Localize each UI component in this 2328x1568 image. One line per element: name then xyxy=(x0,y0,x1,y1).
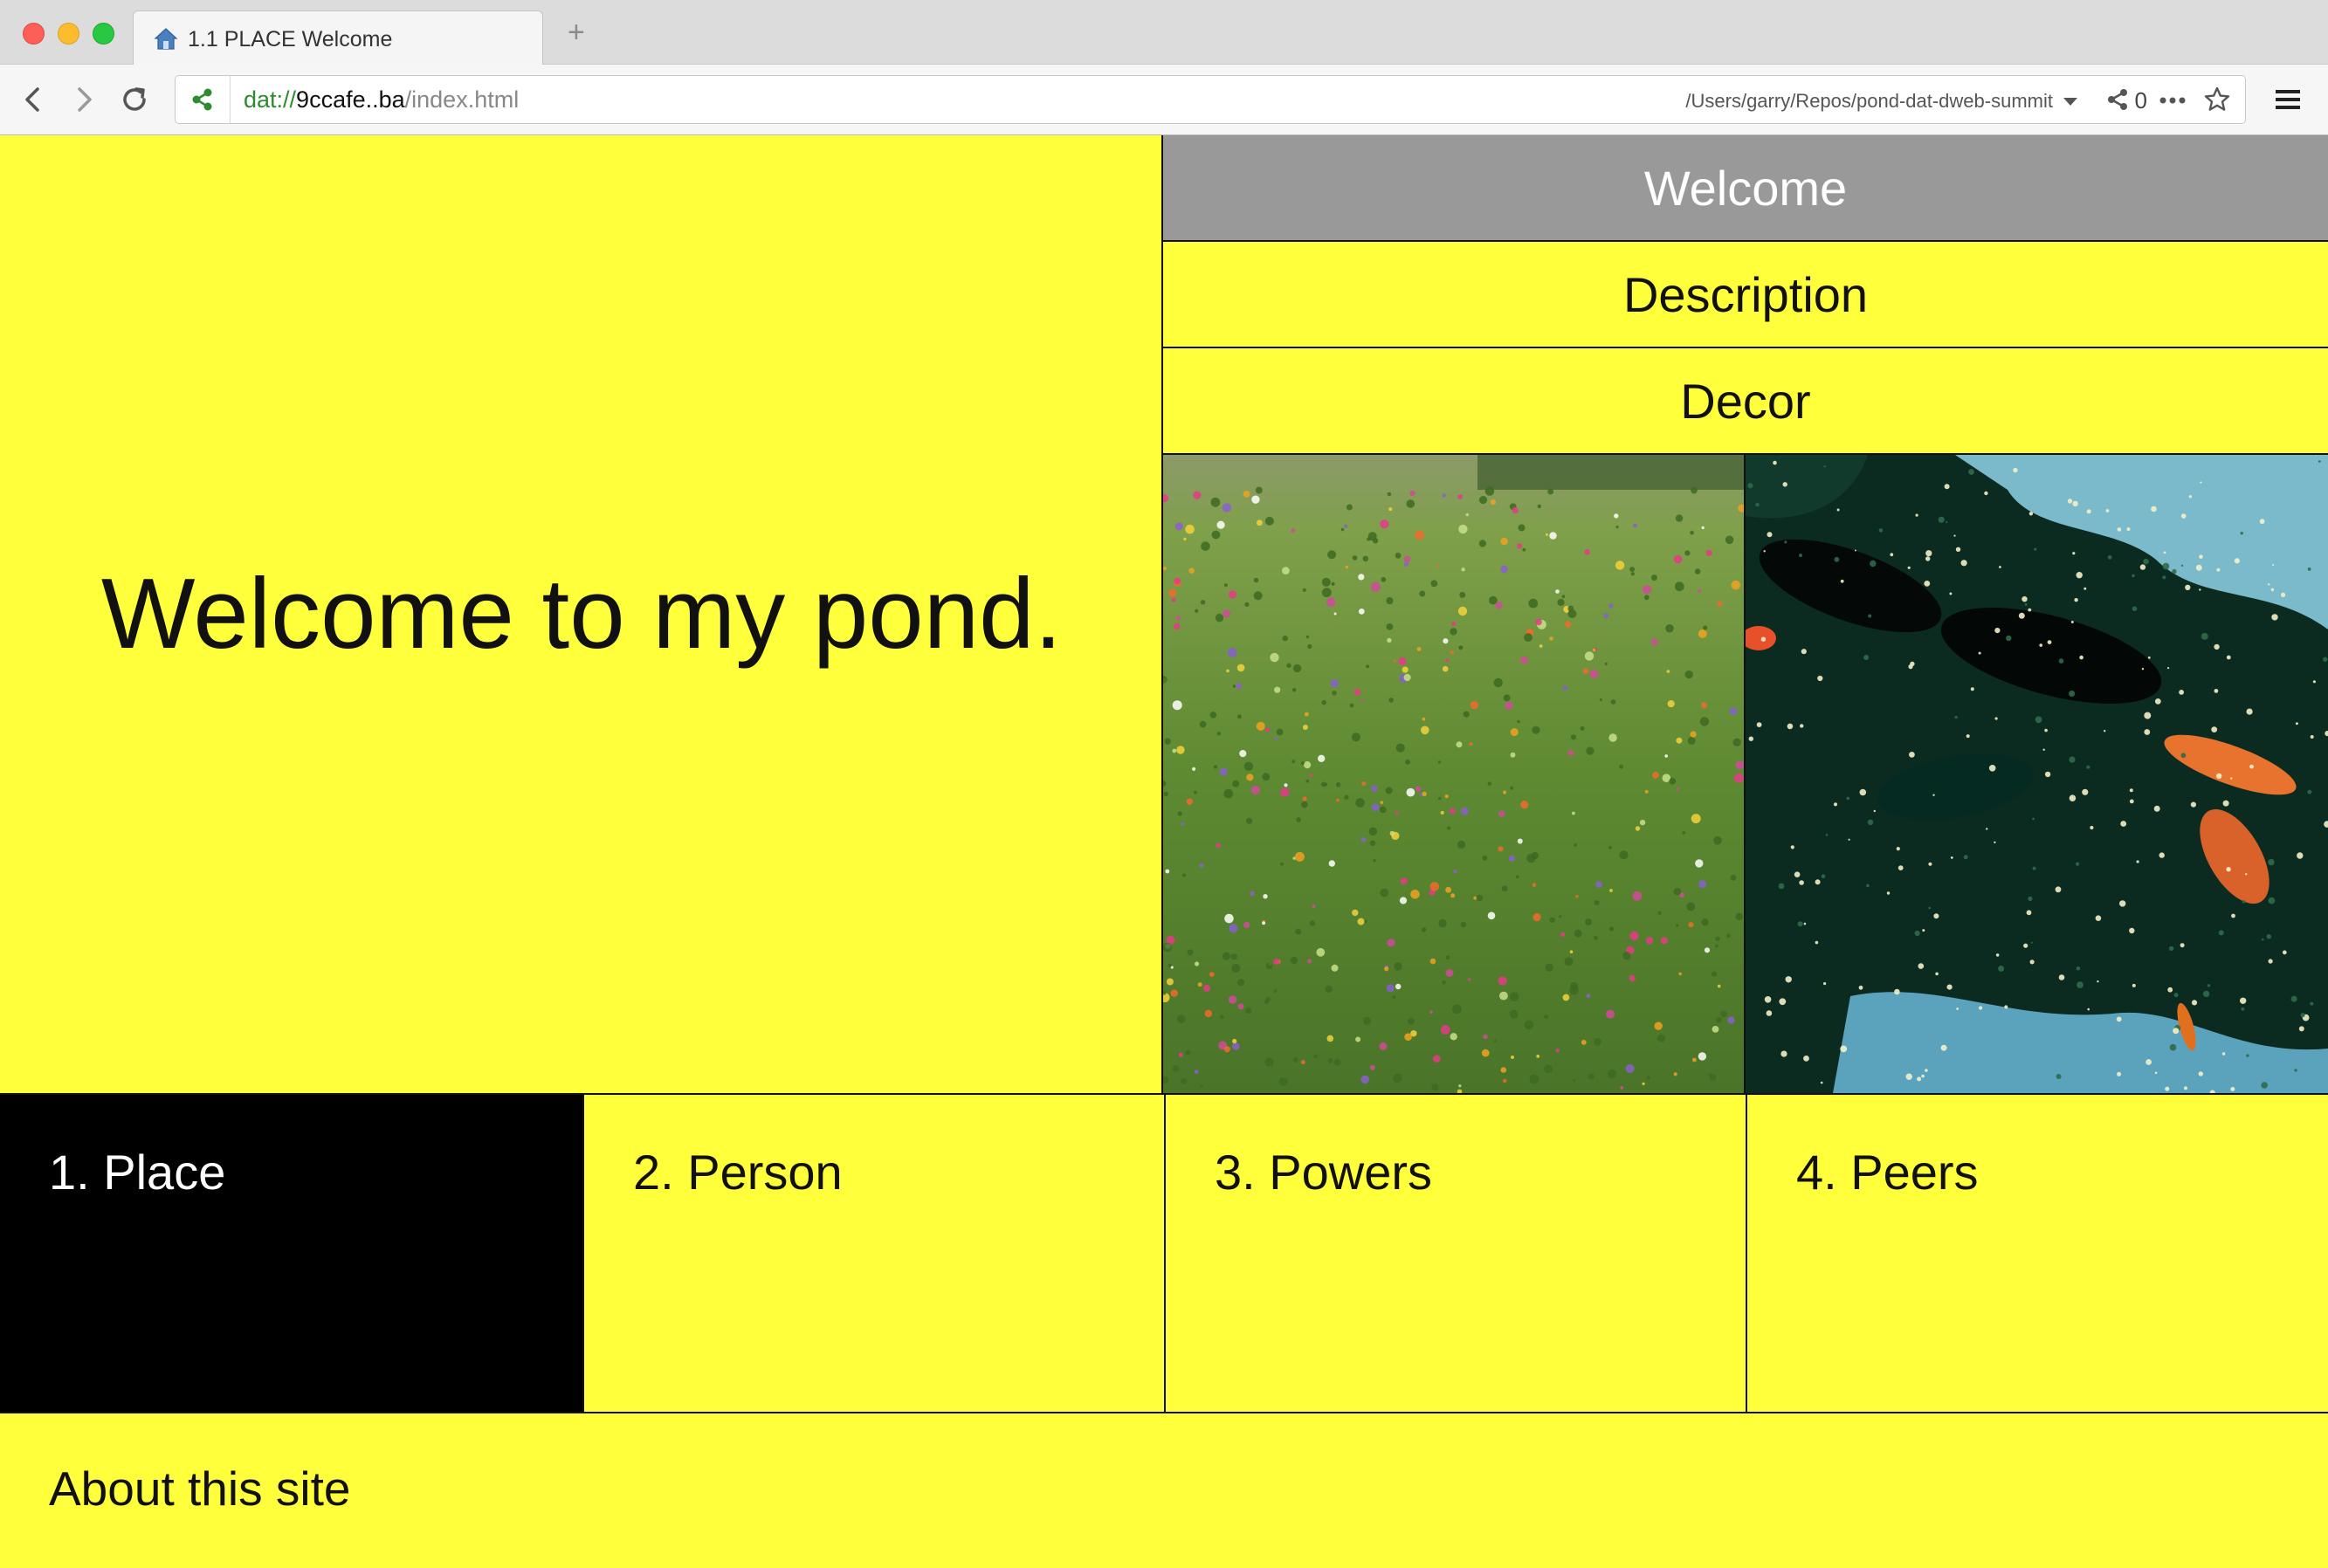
site-share-button[interactable] xyxy=(176,76,231,123)
address-bar[interactable]: dat://9ccafe..ba/index.html /Users/garry… xyxy=(175,75,2246,124)
hamburger-menu-icon[interactable] xyxy=(2272,84,2304,115)
menu-item-description[interactable]: Description xyxy=(1163,242,2328,348)
tab-bar: 1.1 PLACE Welcome + xyxy=(0,0,2328,65)
forward-icon[interactable] xyxy=(66,82,101,117)
url-text[interactable]: dat://9ccafe..ba/index.html xyxy=(244,86,519,113)
peers-share-icon[interactable] xyxy=(2105,87,2130,112)
section-place[interactable]: 1. Place xyxy=(0,1095,582,1412)
section-powers[interactable]: 3. Powers xyxy=(1164,1095,1746,1412)
url-scheme: dat:// xyxy=(244,86,297,113)
bookmark-star-icon[interactable] xyxy=(2203,86,2231,113)
browser-tab[interactable]: 1.1 PLACE Welcome xyxy=(133,10,543,65)
page-content: Welcome to my pond. Welcome Description … xyxy=(0,135,2328,1568)
section-peers[interactable]: 4. Peers xyxy=(1746,1095,2328,1412)
url-path: /index.html xyxy=(404,86,520,113)
caret-down-icon[interactable] xyxy=(2062,95,2079,107)
pond-illustration xyxy=(1746,455,2328,1093)
maximize-window-button[interactable] xyxy=(93,23,114,45)
peer-count: 0 xyxy=(2134,87,2147,113)
koi-pond-image xyxy=(1746,455,2328,1093)
wildflower-meadow-image xyxy=(1163,455,1746,1093)
sections-grid: 1. Place 2. Person 3. Powers 4. Peers xyxy=(0,1093,2328,1413)
share-icon xyxy=(192,88,212,111)
url-host: 9ccafe..ba xyxy=(296,86,405,113)
section-person[interactable]: 2. Person xyxy=(582,1095,1164,1412)
more-options-icon[interactable] xyxy=(2158,90,2187,111)
navigation-bar: dat://9ccafe..ba/index.html /Users/garry… xyxy=(0,65,2328,135)
back-icon[interactable] xyxy=(16,82,51,117)
hero-title: Welcome to my pond. xyxy=(100,559,1063,670)
menu-item-welcome[interactable]: Welcome xyxy=(1163,135,2328,242)
tab-title: 1.1 PLACE Welcome xyxy=(188,27,393,52)
about-link[interactable]: About this site xyxy=(49,1461,350,1516)
close-window-button[interactable] xyxy=(23,23,45,45)
hero-panel: Welcome to my pond. xyxy=(0,135,1163,1093)
menu-item-decor[interactable]: Decor xyxy=(1163,348,2328,455)
meadow-illustration xyxy=(1163,455,1744,1093)
home-icon xyxy=(154,28,178,50)
reload-icon[interactable] xyxy=(117,82,152,117)
local-folder-path[interactable]: /Users/garry/Repos/pond-dat-dweb-summit xyxy=(1685,90,2053,113)
new-tab-button[interactable]: + xyxy=(568,17,585,47)
browser-chrome: 1.1 PLACE Welcome + dat://9ccafe..ba/ind… xyxy=(0,0,2328,135)
minimize-window-button[interactable] xyxy=(58,23,79,45)
